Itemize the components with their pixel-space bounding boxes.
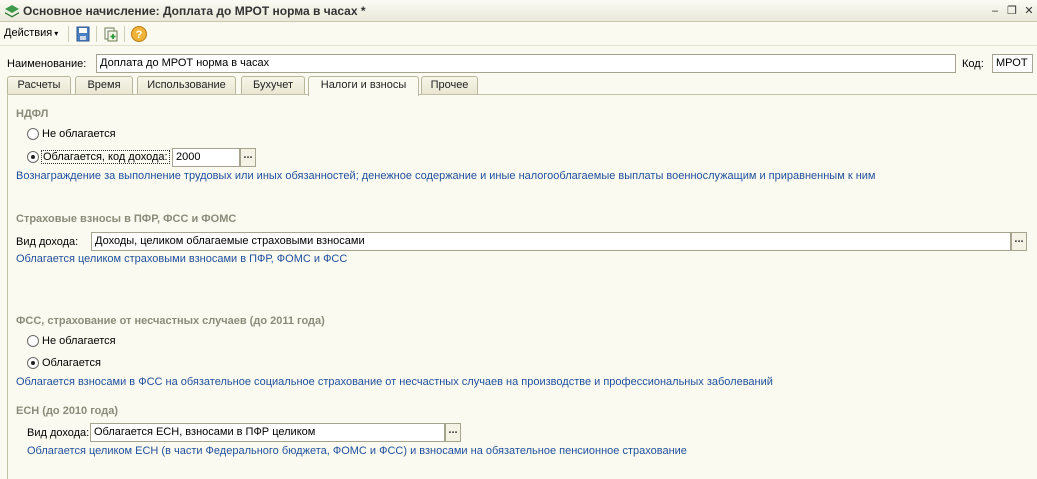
radio-not-taxed-icon[interactable] [27,335,39,348]
fss-option-taxed[interactable]: Облагается [27,357,101,371]
esn-income-type-label: Вид дохода: [27,427,90,439]
insurance-income-type-input[interactable]: Доходы, целиком облагаемые страховыми вз… [91,232,1011,251]
fss-option-not-taxed[interactable]: Не облагается [27,335,116,349]
esn-income-type-select-button[interactable]: ... [445,423,461,442]
help-icon[interactable]: ? [130,25,148,43]
fss-taxed-label: Облагается [42,357,101,370]
radio-taxed-icon[interactable] [27,357,39,370]
name-label: Наименование: [7,58,87,70]
code-label: Код: [962,58,984,70]
copy-icon[interactable] [102,25,120,43]
esn-note: Облагается целиком ЕСН (в части Федераль… [27,445,687,457]
toolbar-separator [124,26,125,42]
tab-calculations[interactable]: Расчеты [7,76,71,95]
name-input[interactable]: Доплата до МРОТ норма в часах [96,54,956,73]
minimize-button[interactable]: – [988,4,1002,18]
ndfl-taxed-label: Облагается, код дохода: [41,150,170,165]
esn-section-title: ЕСН (до 2010 года) [16,405,119,417]
restore-button[interactable]: ❐ [1005,4,1019,18]
radio-not-taxed-icon[interactable] [27,128,39,141]
tab-other[interactable]: Прочее [421,76,478,95]
window-title: Основное начисление: Доплата до МРОТ нор… [23,4,366,18]
dropdown-arrow-icon: ▾ [54,29,59,38]
insurance-income-type-label: Вид дохода: [16,236,79,248]
toolbar-separator [68,26,69,42]
tab-taxes[interactable]: Налоги и взносы [308,76,419,96]
tab-time[interactable]: Время [75,76,133,95]
save-close-icon[interactable] [74,25,92,43]
code-input[interactable]: МРОТ [992,54,1033,73]
fss-note: Облагается взносами в ФСС на обязательно… [16,376,773,388]
toolbar: Действия ▾ ? [0,22,1037,46]
svg-text:?: ? [136,29,143,41]
ndfl-not-taxed-label: Не облагается [42,128,116,141]
fss-section-title: ФСС, страхование от несчастных случаев (… [16,315,325,327]
insurance-section-title: Страховые взносы в ПФР, ФСС и ФОМС [16,213,237,225]
document-form-icon [5,5,19,18]
insurance-note: Облагается целиком страховыми взносами в… [16,253,348,265]
ndfl-income-code-input[interactable]: 2000 [172,148,240,167]
ndfl-option-not-taxed[interactable]: Не облагается [27,128,116,142]
tab-usage[interactable]: Использование [137,76,236,95]
ndfl-income-note: Вознаграждение за выполнение трудовых ил… [16,170,876,182]
ndfl-option-taxed[interactable]: Облагается, код дохода: [27,150,170,165]
actions-label: Действия [4,27,53,39]
title-bar: Основное начисление: Доплата до МРОТ нор… [0,0,1037,22]
toolbar-separator [96,26,97,42]
ndfl-income-code-select-button[interactable]: ... [240,148,256,167]
ndfl-section-title: НДФЛ [16,108,49,120]
insurance-income-type-select-button[interactable]: ... [1011,232,1027,251]
actions-menu[interactable]: Действия ▾ [4,27,58,39]
close-button[interactable]: ✕ [1022,4,1036,18]
tab-accounting[interactable]: Бухучет [241,76,305,95]
esn-income-type-input[interactable]: Облагается ЕСН, взносами в ПФР целиком [90,423,445,442]
radio-taxed-icon[interactable] [27,151,39,164]
fss-not-taxed-label: Не облагается [42,335,116,348]
